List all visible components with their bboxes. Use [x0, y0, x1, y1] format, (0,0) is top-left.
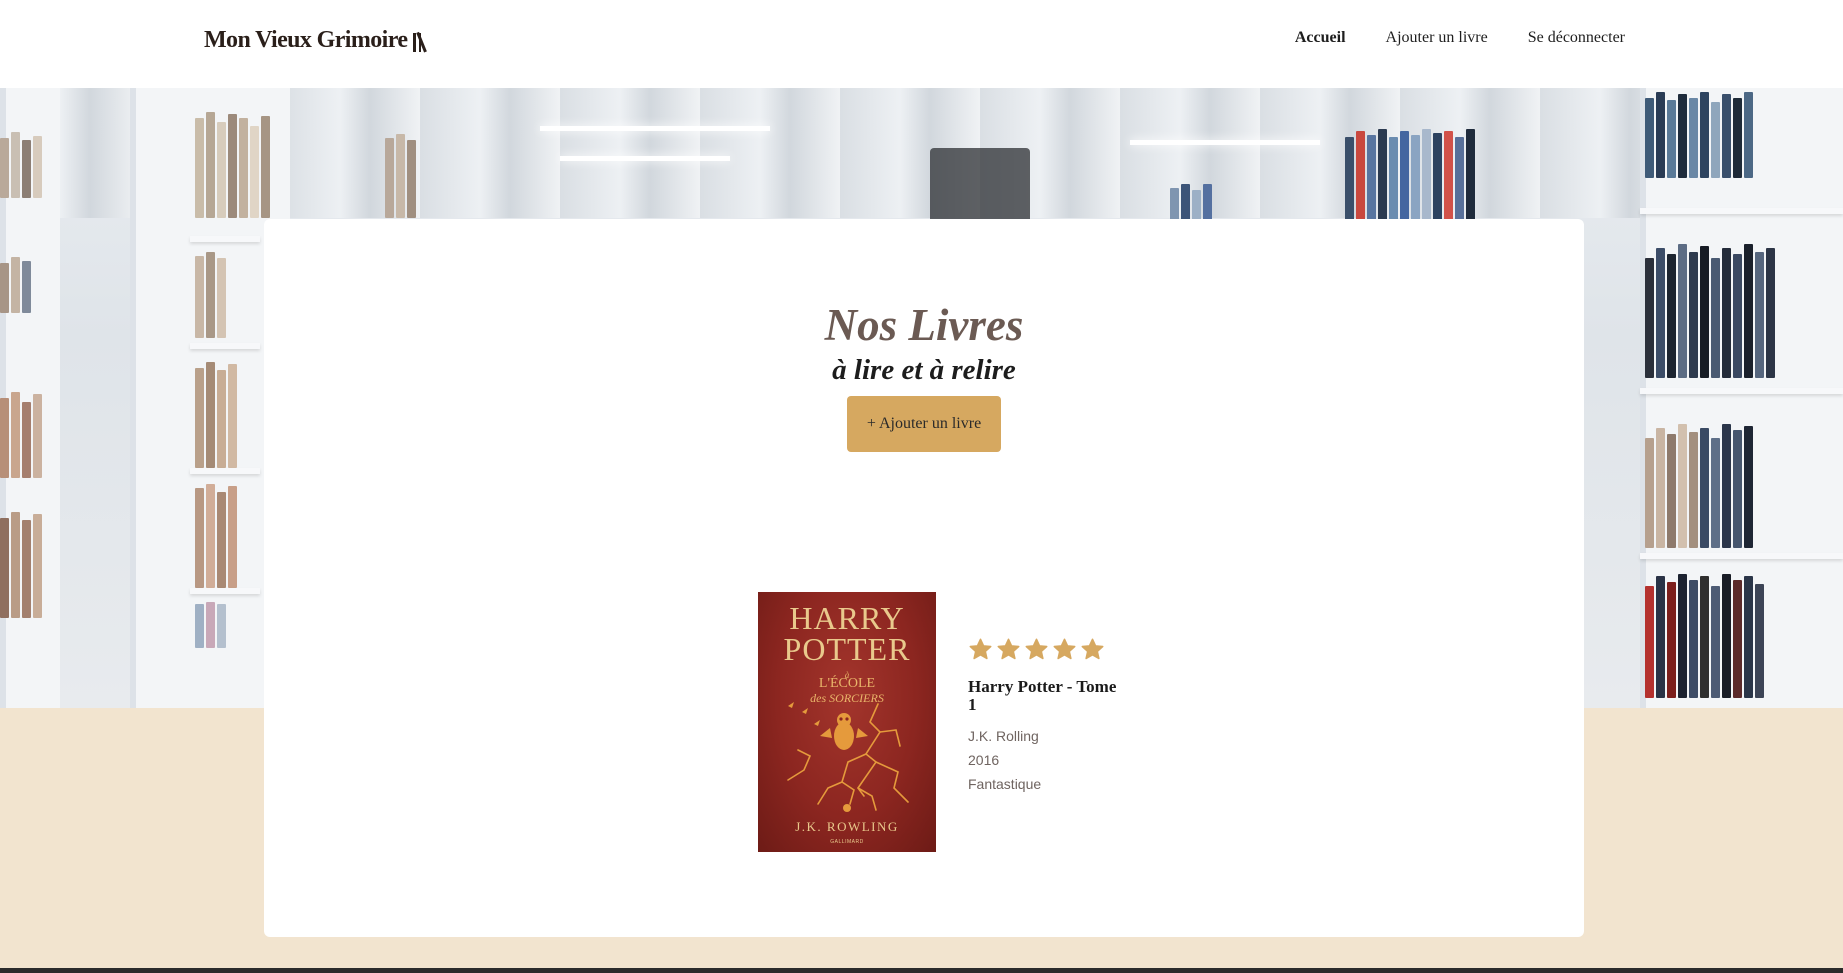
nav-link-accueil[interactable]: Accueil — [1295, 29, 1346, 47]
star-icon — [969, 638, 992, 660]
book-title[interactable]: Harry Potter - Tome 1 — [968, 678, 1128, 714]
book-cover-image[interactable]: HARRY POTTER à L'ÉCOLE des SORCIERS J.K.… — [758, 592, 936, 852]
add-book-button[interactable]: + Ajouter un livre — [847, 396, 1001, 452]
page-title: Nos Livres — [824, 300, 1024, 350]
cover-publisher: GALLIMARD — [830, 839, 864, 845]
nav-link-ajouter-livre[interactable]: Ajouter un livre — [1386, 29, 1488, 47]
star-icon — [1081, 638, 1104, 660]
site-logo[interactable]: Mon Vieux Grimoire — [204, 27, 430, 54]
books-icon — [413, 30, 430, 52]
cover-subtitle-ecole: L'ÉCOLE — [818, 676, 876, 691]
top-header: Mon Vieux Grimoire Accueil Ajouter un li… — [0, 0, 1843, 88]
star-icon — [1025, 638, 1048, 660]
main-card: Nos Livres à lire et à relire + Ajouter … — [264, 219, 1584, 937]
star-icon — [1053, 638, 1076, 660]
book-author: J.K. Rolling — [968, 728, 1039, 744]
page-subtitle: à lire et à relire — [832, 354, 1016, 386]
book-info: Harry Potter - Tome 1 J.K. Rolling 2016 … — [968, 592, 1128, 852]
logo-text: Mon Vieux Grimoire — [204, 27, 408, 53]
footer-edge — [0, 968, 1843, 973]
book-genre: Fantastique — [968, 776, 1042, 792]
book-card[interactable]: HARRY POTTER à L'ÉCOLE des SORCIERS J.K.… — [758, 592, 1128, 852]
owl-lightning-illustration — [787, 702, 909, 812]
star-rating — [968, 637, 1128, 662]
main-nav: Accueil Ajouter un livre Se déconnecter — [1295, 29, 1625, 47]
cover-author: J.K. ROWLING — [795, 819, 899, 834]
star-icon — [997, 638, 1020, 660]
nav-link-se-deconnecter[interactable]: Se déconnecter — [1528, 29, 1625, 47]
book-year: 2016 — [968, 752, 1000, 768]
cover-title-line2: POTTER — [783, 631, 911, 667]
